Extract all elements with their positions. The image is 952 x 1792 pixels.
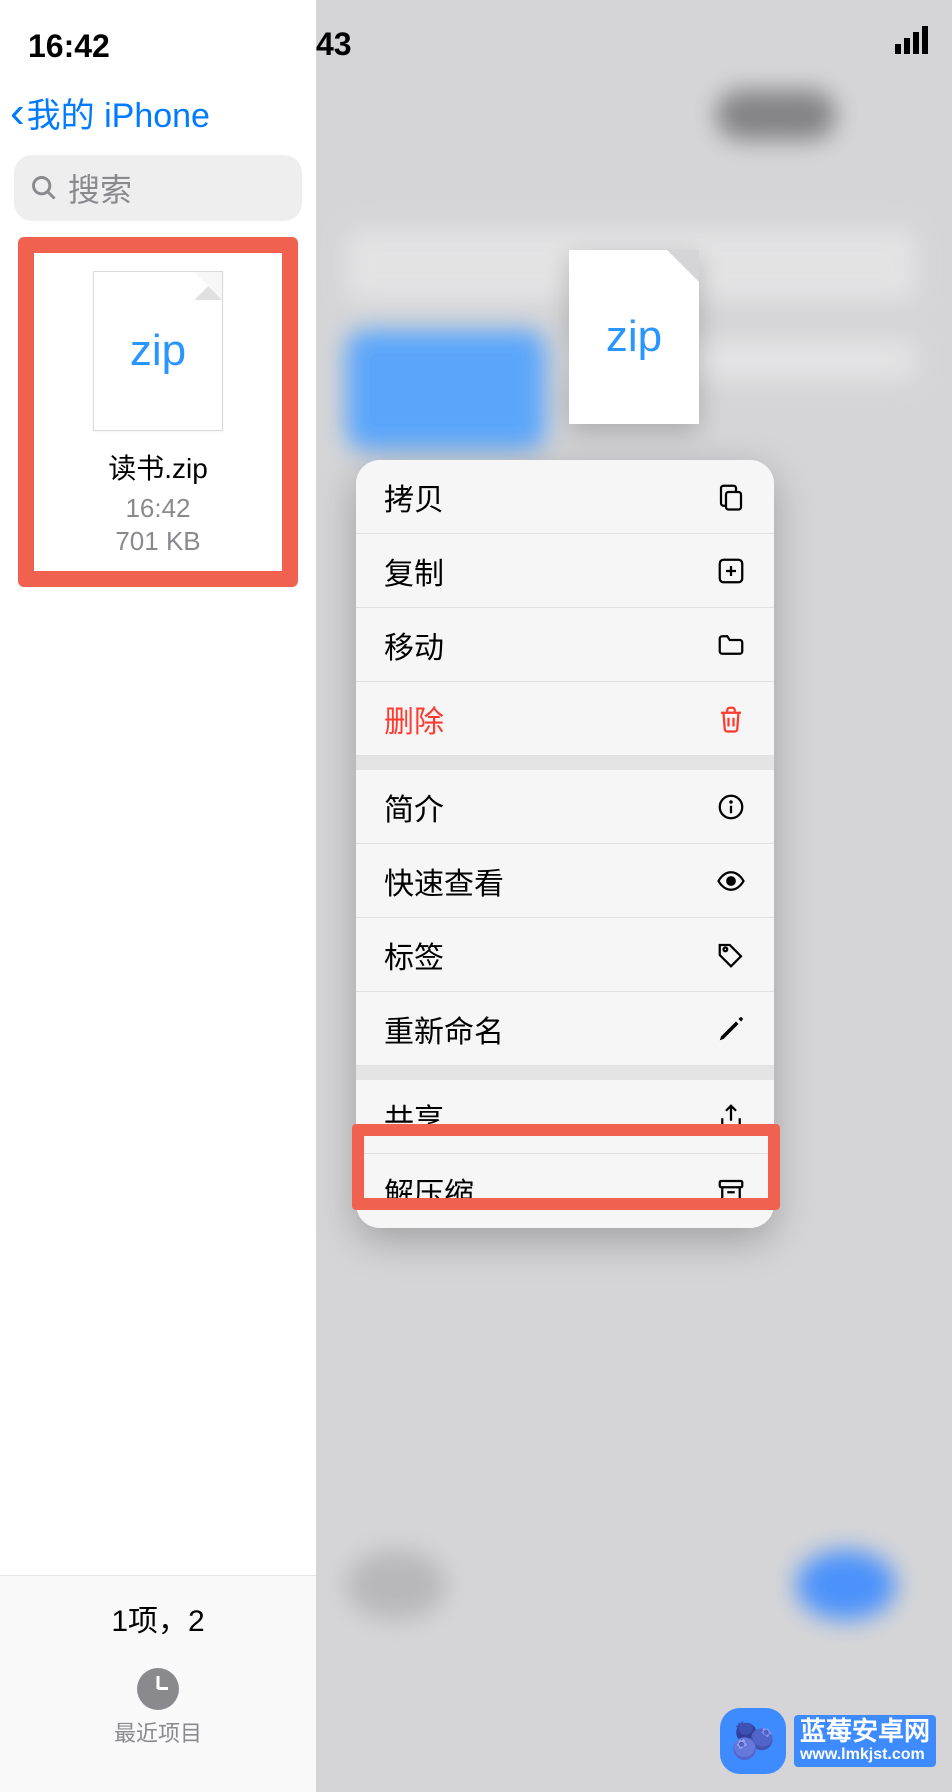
nav-back-title: 我的 iPhone [27,88,210,137]
footer: 1项，2 最近项目 [0,1575,316,1792]
menu-separator [356,1066,774,1080]
share-icon [716,1102,746,1132]
menu-uncompress[interactable]: 解压缩 [356,1154,774,1228]
file-item-highlight: zip 读书.zip 16:42 701 KB [18,237,298,587]
context-menu-pane: 43 zip 拷贝 复制 移动 删除 简介 快速查看 [316,0,952,1792]
clock-icon [137,1668,179,1710]
archive-icon [716,1176,746,1206]
menu-label: 共享 [384,1095,444,1139]
files-browser-pane: 16:42 ‹ 我的 iPhone 搜索 zip 读书.zip 16:42 70… [0,0,316,1792]
menu-separator [356,756,774,770]
watermark-logo: 🫐 [720,1708,786,1774]
search-placeholder: 搜索 [68,165,132,211]
menu-tags[interactable]: 标签 [356,918,774,992]
context-menu: 拷贝 复制 移动 删除 简介 快速查看 标签 重新命名 [356,460,774,1228]
menu-label: 复制 [384,549,444,593]
menu-label: 删除 [384,697,444,741]
watermark-text: 蓝莓安卓网 www.lmkjst.com [794,1715,936,1767]
tag-icon [716,940,746,970]
pencil-icon [716,1014,746,1044]
file-preview-icon[interactable]: zip [569,250,699,424]
menu-label: 重新命名 [384,1007,504,1051]
trash-icon [716,704,746,734]
zip-file-icon[interactable]: zip [93,271,223,431]
menu-label: 解压缩 [384,1169,474,1213]
watermark: 🫐 蓝莓安卓网 www.lmkjst.com [720,1708,936,1774]
status-signal [895,26,928,54]
search-icon [30,174,58,202]
menu-rename[interactable]: 重新命名 [356,992,774,1066]
file-name: 读书.zip [108,447,208,487]
status-bar: 16:42 [0,0,316,70]
menu-label: 快速查看 [384,859,504,903]
eye-icon [716,866,746,896]
signal-icon [895,26,928,54]
item-count: 1项，2 [0,1596,316,1640]
menu-duplicate[interactable]: 复制 [356,534,774,608]
menu-move[interactable]: 移动 [356,608,774,682]
chevron-left-icon: ‹ [10,91,25,135]
file-ext-label: zip [130,326,186,376]
watermark-url: www.lmkjst.com [794,1746,936,1768]
menu-label: 移动 [384,623,444,667]
copy-icon [716,482,746,512]
menu-info[interactable]: 简介 [356,770,774,844]
menu-copy[interactable]: 拷贝 [356,460,774,534]
folder-icon [716,630,746,660]
file-ext-label: zip [606,312,662,362]
menu-label: 拷贝 [384,475,444,519]
menu-delete[interactable]: 删除 [356,682,774,756]
menu-label: 标签 [384,933,444,977]
watermark-title: 蓝莓安卓网 [794,1715,936,1746]
file-time: 16:42 [125,493,190,524]
duplicate-icon [716,556,746,586]
file-size: 701 KB [115,526,200,557]
tab-label: 最近项目 [114,1716,202,1748]
menu-share[interactable]: 共享 [356,1080,774,1154]
search-input[interactable]: 搜索 [14,155,302,221]
tab-recents[interactable]: 最近项目 [0,1668,316,1748]
menu-quicklook[interactable]: 快速查看 [356,844,774,918]
status-time: 16:42 [28,28,110,65]
menu-label: 简介 [384,785,444,829]
status-time-peek: 43 [316,26,352,63]
nav-header[interactable]: ‹ 我的 iPhone [0,70,316,149]
info-icon [716,792,746,822]
